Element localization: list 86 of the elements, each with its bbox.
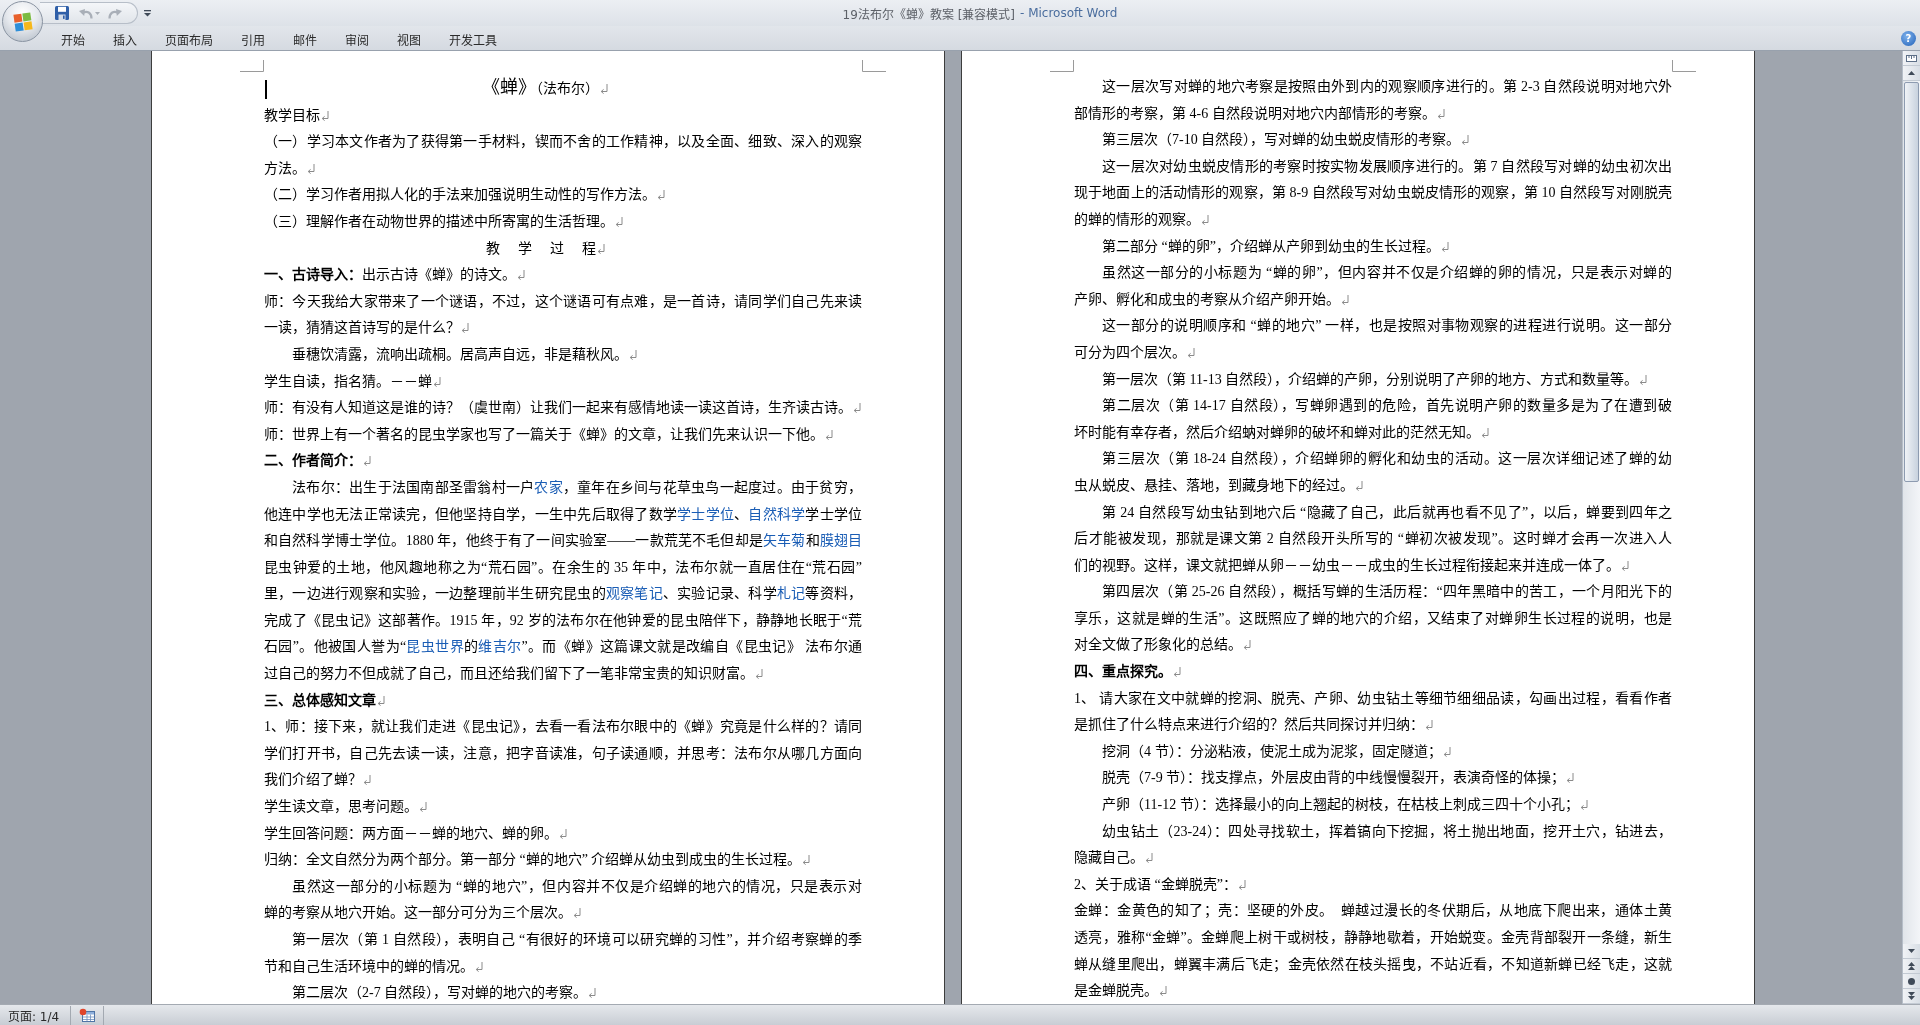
browse-object-button[interactable] [1903,974,1920,989]
scroll-up-button[interactable] [1903,66,1920,81]
paragraph: 第三层次（7-10 自然段），写对蝉的幼虫蜕皮情形的考察。 [1074,127,1672,154]
save-button[interactable] [52,3,72,23]
window-title: 19法布尔《蝉》教案 [兼容模式] [842,6,1015,22]
document-title: 《蝉》（法布尔） [264,74,862,103]
up-arrow-icon [1908,71,1915,75]
ribbon-tab[interactable]: 引用 [227,29,279,50]
hyperlink[interactable]: 维吉尔 [478,639,522,655]
paragraph: 教学目标 [264,102,862,130]
paragraph: 虽然这一部分的小标题为 “蝉的地穴”，但内容并不仅是介绍蝉的地穴的情况，只是表示对 蝉的考察从地穴开始。这一部分可分为三个层次。 [264,877,862,923]
paragraph: 1、 请大家在文中就蝉的挖洞、脱壳、产卵、幼虫钻土等细节细细品读，勾画出过程，看看作者 是抓住了什么特点来进行介绍的？然后共同探讨并归纳： [1074,689,1672,735]
double-down-arrow-icon [1908,992,1915,1000]
paragraph: 2、关于成语 “金蝉脱壳”： [1074,871,1672,899]
four-squares-icon [11,10,34,33]
paragraph: 1、师：接下来，就让我们走进《昆虫记》，去看一看法布尔眼中的《蝉》究竟是什么样的？请同 学们打开书，自己先去读一读，注意，把字音读准，句子读通顺，并思考：法布尔从哪几方面向 我们介绍了蝉？ [264,718,862,790]
ribbon-tab[interactable]: 开始 [47,29,99,50]
paragraph: 师：世界上有一个著名的昆虫学家也写了一篇关于《蝉》的文章，让我们先来认识一下他。 [264,421,862,449]
paragraph: 挖洞（4 节）：分泌粘液，使泥土成为泥浆，固定隧道； [1074,738,1672,766]
section-heading: 四、重点探究。 [1074,659,1672,686]
macro-record-button[interactable] [79,1008,96,1022]
previous-page-button[interactable] [1903,959,1920,974]
scroll-down-button[interactable] [1903,944,1920,959]
paragraph: 师：有没有人知道这是谁的诗？（虞世南）让我们一起来有感情地读一读这首诗，生齐读古诗。 [264,395,862,422]
redo-arrow-icon [108,6,123,20]
paragraph: 虽然这一部分的小标题为 “蝉的卵”，但内容并不仅是介绍蝉的卵的情况，只是表示对蝉的 产卵、孵化和成虫的考察从介绍产卵开始。 [1074,264,1672,309]
paragraph: 师：今天我给大家带来了一个谜语，不过，这个谜语可有点难，是一首诗，请同学们自己先来读 一读，猜猜这首诗写的是什么？ [264,292,862,338]
corner-mark-icon [1672,60,1696,72]
section-heading: 二、作者简介： [264,448,862,475]
section-title: 教 学 过 程 [264,235,862,263]
hyperlink[interactable]: 农家 [534,479,563,495]
hyperlink[interactable]: 矢车菊 [763,533,806,549]
ribbon-tab[interactable]: 视图 [383,29,435,50]
page-indicator[interactable]: 页面: 1/4 [5,1005,63,1025]
paragraph: 这一部分的说明顺序和 “蝉的地穴” 一样，也是按照对事物观察的进程进行说明。这一部分 可分为四个层次。 [1074,317,1672,362]
undo-arrow-icon [78,6,93,20]
corner-mark-icon [862,60,886,72]
paragraph: 产卵（11-12 节）：选择最小的向上翘起的树枝，在枯枝上刺成三四十个小孔； [1074,792,1672,819]
corner-mark-icon [240,60,264,72]
paragraph: 第二部分 “蝉的卵”，介绍蝉从产卵到幼虫的生长过程。 [1074,233,1672,261]
vertical-scrollbar[interactable] [1902,51,1920,1004]
paragraph: 学生回答问题：两方面－－蝉的地穴、蝉的卵。 [264,820,862,848]
hyperlink[interactable]: 札记 [776,586,806,602]
ribbon-tab[interactable]: 邮件 [279,29,331,50]
paragraph: 法布尔：出生于法国南部圣雷翁村一户农家，童年在乡间与花草虫鸟一起度过。由于贫穷， 他连中学也无法正常读完，但他坚持自学，一生中先后取得了数学学士学位、自然科学学士学位 和自然科学博士学位。1880 年，他终于有了一间实验室——一款荒芜不毛但却是矢车菊和膜翅目 昆虫钟爱的土地，他风趣地称之为“荒石园”。在余生的 35 年中，法布尔就一直居住在“荒石园” 里，一边进行观察和实验，一边整理前半生研究昆虫的观察笔记、实验记录、科学札记等资料， 完成了《昆虫记》这部著作。1915 年，92 岁的法布尔在他钟爱的昆虫陪伴下，静静地长眠于“荒 石园”。他被国人誉为“昆虫世界的维吉尔”。而《蝉》这篇课文就是改编自《昆虫记》 法布尔通 过自己的努力不但成就了自己，而且还给我们留下了一笔非常宝贵的知识财富。 [264,478,862,684]
paragraph: 学生自读，指名猜。－－蝉 [264,368,862,396]
app-name: - Microsoft Word [1020,6,1118,20]
paragraph: （二）学习作者用拟人化的手法来加强说明生动性的写作方法。 [264,182,862,209]
down-arrow-icon [1908,949,1915,953]
paragraph: 一、古诗导入：出示古诗《蝉》的诗文。 [264,262,862,289]
corner-mark-icon [1050,60,1074,72]
hyperlink[interactable]: 观察笔记 [605,586,663,602]
ruler-icon [1906,54,1917,62]
paragraph: 脱壳（7-9 节）：找支撑点，外层皮由背的中线慢慢裂开，表演奇怪的体操； [1074,765,1672,793]
ruler-toggle-button[interactable] [1903,51,1920,66]
hyperlink[interactable]: 膜翅目 [819,533,862,549]
paragraph: （三）理解作者在动物世界的描述中所寄寓的生活哲理。 [264,208,862,236]
scroll-thumb[interactable] [1904,82,1919,482]
caret-icon [95,11,100,15]
paragraph: （一）学习本文作者为了获得第一手材料，锲而不舍的工作精神，以及全面、细致、深入的观察 方法。 [264,133,862,178]
paragraph: 这一层次写对蝉的地穴考察是按照由外到内的观察顺序进行的。第 2-3 自然段说明对地穴外 部情形的考察，第 4-6 自然段说明对地穴内部情形的考察。 [1074,78,1672,123]
ribbon-tab[interactable]: 页面布局 [151,29,227,50]
paragraph: 学生读文章，思考问题。 [264,794,862,821]
paragraph: 第一层次（第 1 自然段），表明自己 “有很好的环境可以研究蝉的习性”，并介绍考察蝉的季 节和自己生活环境中的蝉的情况。 [264,931,862,976]
section-heading: 三、总体感知文章 [264,687,862,715]
double-up-arrow-icon [1908,962,1915,970]
paragraph: 归纳：全文自然分为两个部分。第一部分 “蝉的地穴” 介绍蝉从幼虫到成虫的生长过程。 [264,847,862,874]
paragraph: 第一层次（第 11-13 自然段），介绍蝉的产卵，分别说明了产卵的地方、方式和数量等。 [1074,366,1672,394]
paragraph: 第二层次（第 14-17 自然段），写蝉卵遇到的危险，首先说明产卵的数量多是为了在遭到破 坏时能有幸存者，然后介绍蚋对蝉卵的破坏和蝉对此的茫然无知。 [1074,397,1672,442]
hyperlink[interactable]: 自然科学 [748,506,806,522]
hyperlink[interactable]: 昆虫世界 [406,639,464,655]
ribbon-tab[interactable]: 审阅 [331,29,383,50]
paragraph: 第四层次（第 25-26 自然段），概括写蝉的生活历程：“四年黑暗中的苦工，一个月阳光下的 享乐，这就是蝉的生活”。这既照应了蝉的地穴的介绍，又结束了对蝉卵生长过程的说明，也是 对全文做了形象化的总结。 [1074,583,1672,655]
caret-icon [144,9,151,17]
paragraph: 金蝉：金黄色的知了；壳：坚硬的外皮。 蝉越过漫长的冬伏期后，从地底下爬出来，通体土黄 透亮，雅称“金蝉”。金蝉爬上树干或树枝，静静地歇着，开始蜕变。金壳背部裂开一条缝，新生 蝉从缝里爬出，蝉翼丰满后飞走；金壳依然在枝头摇曳，不站近看，不知道新蝉已经飞走，这就 是金蝉脱壳。 [1074,902,1672,1001]
paragraph: 第二层次（2-7 自然段），写对蝉的地穴的考察。 [264,980,862,1004]
paragraph: 这一层次对幼虫蜕皮情形的考察时按实物发展顺序进行的。第 7 自然段写对蝉的幼虫初次出 现于地面上的活动情形的观察，第 8-9 自然段写对幼虫蜕皮情形的观察，第 10 自然段写对刚脱壳 的蝉的情形的观察。 [1074,157,1672,229]
next-page-button[interactable] [1903,989,1920,1004]
paragraph: 幼虫钻土（23-24）：四处寻找软土，挥着镐向下挖掘，将土抛出地面，挖开土穴，钻进去， 隐藏自己。 [1074,822,1672,868]
ribbon-tab[interactable]: 插入 [99,29,151,50]
ribbon-tab[interactable]: 开发工具 [435,29,511,50]
hyperlink[interactable]: 学士学位 [677,506,735,522]
paragraph: 第 24 自然段写幼虫钻到地穴后 “隐藏了自己，此后就再也看不见了”，以后，蝉要到四年之 后才能被发现，那就是课文第 2 自然段开头所写的 “蝉初次被发现”。这时蝉才会再一次进入人 们的视野。这样，课文就把蝉从卵－－幼虫－－成虫的生长过程衔接起来并连成一体了。 [1074,503,1672,575]
paragraph: 第三层次（第 18-24 自然段），介绍蝉卵的孵化和幼虫的活动。这一层次详细记述了蝉的幼 虫从蜕皮、悬挂、落地，到藏身地下的经过。 [1074,450,1672,495]
round-dot-icon [1908,977,1915,985]
paragraph: 垂穗饮清露，流响出疏桐。居高声自远，非是藉秋风。 [264,341,862,369]
